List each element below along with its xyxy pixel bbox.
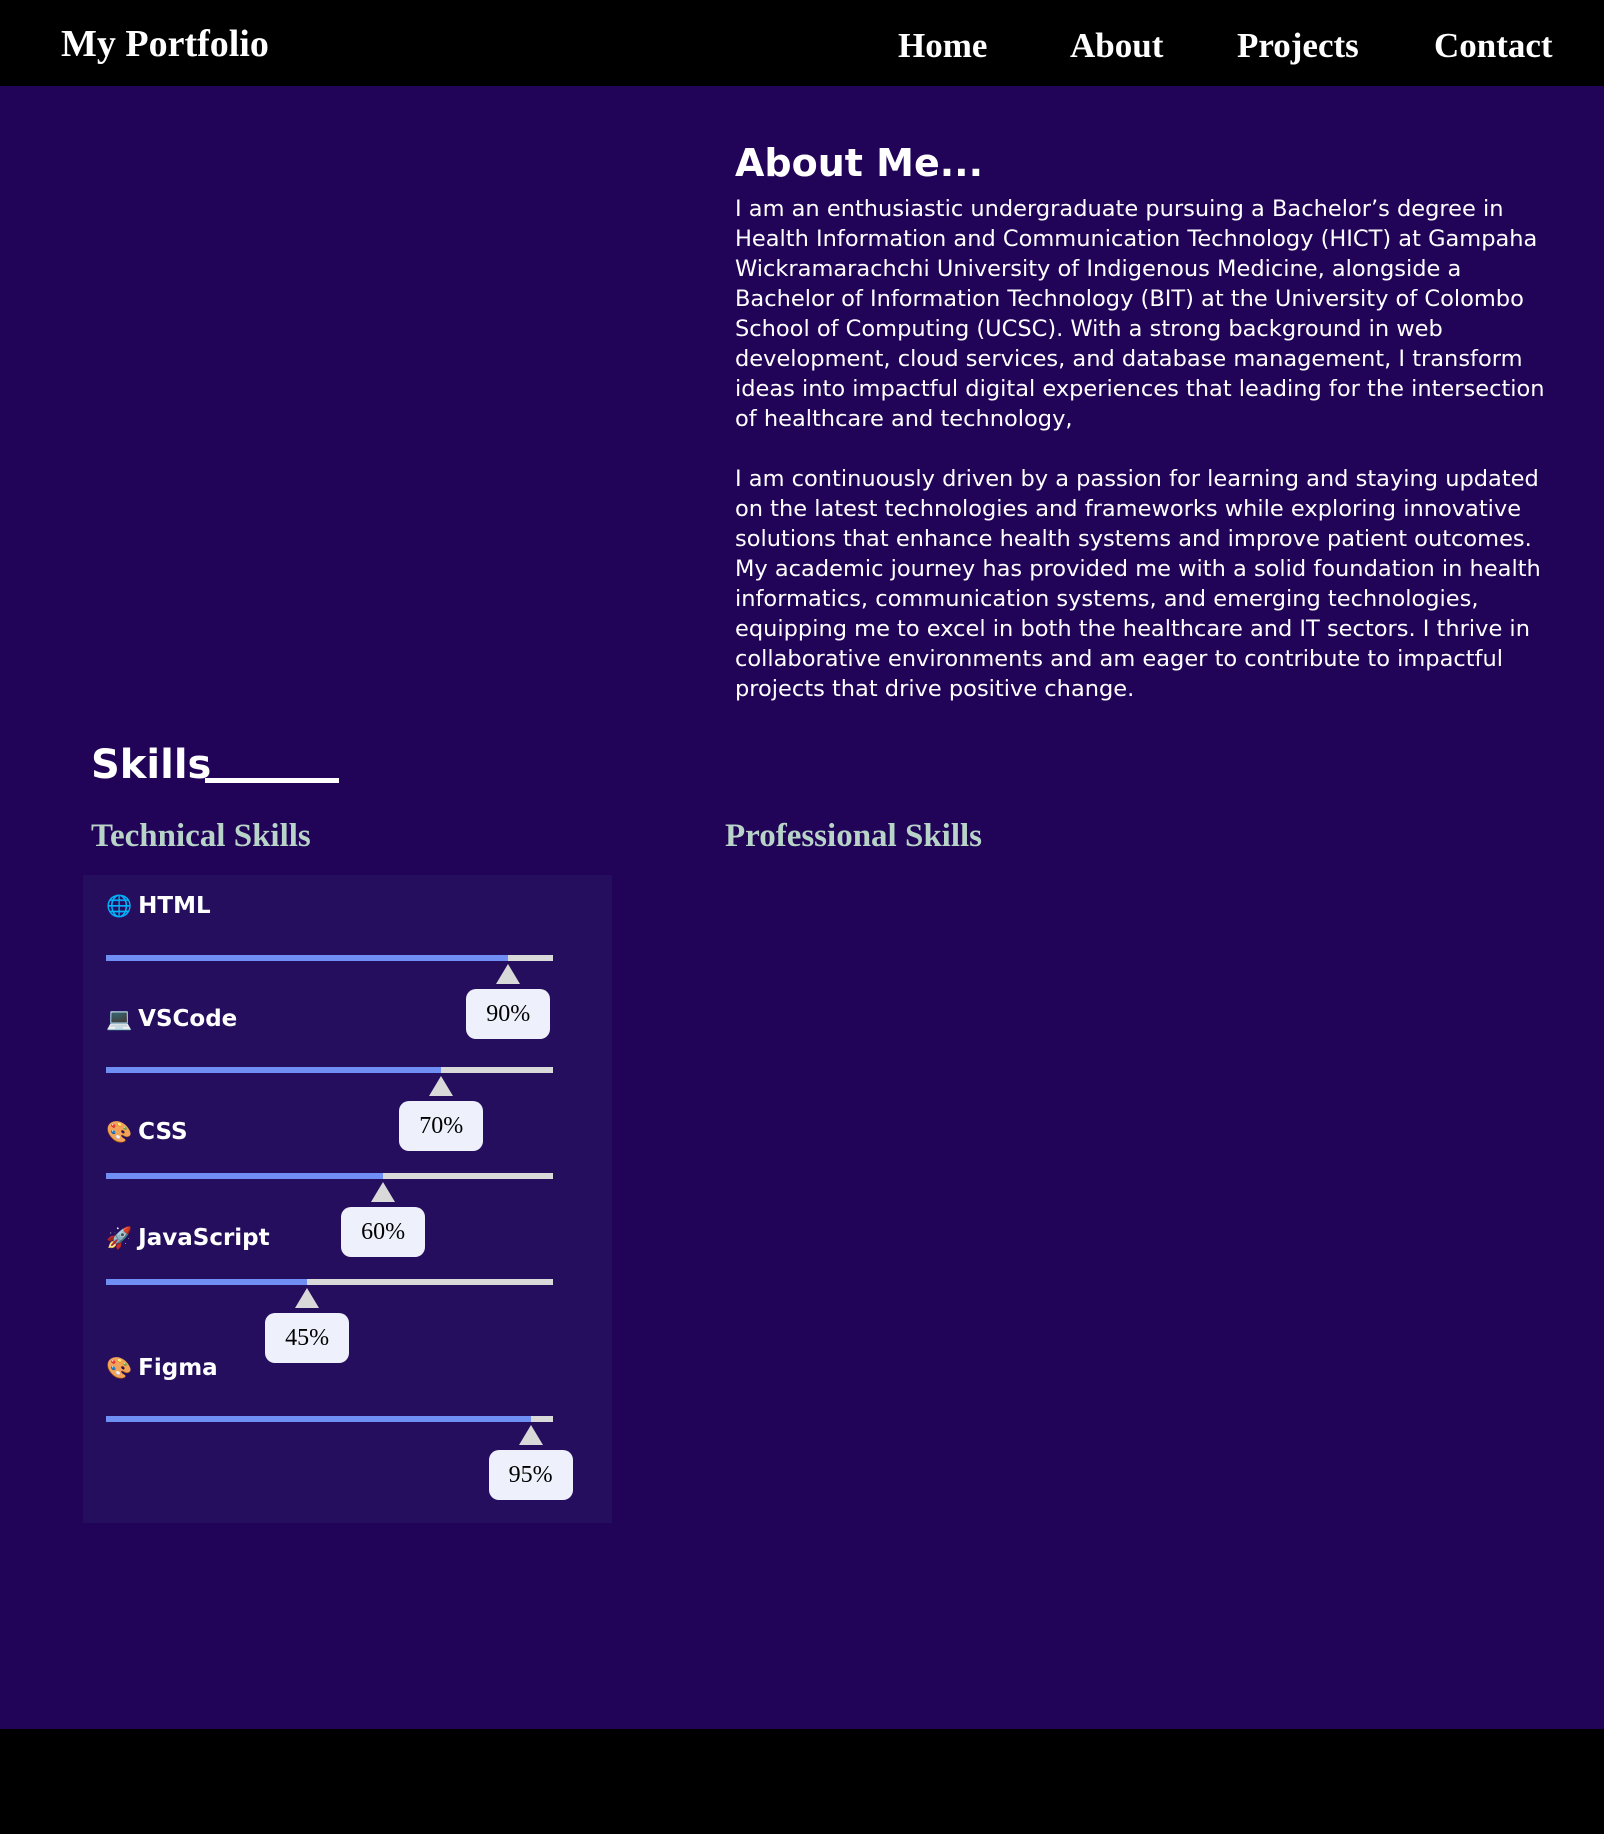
skill-name-javascript: 🚀 JavaScript bbox=[106, 1225, 270, 1251]
about-paragraph-1: I am an enthusiastic undergraduate pursu… bbox=[735, 196, 1545, 432]
laptop-icon: 💻 bbox=[106, 1006, 133, 1031]
skill-bar-css bbox=[106, 1173, 553, 1179]
about-paragraph-2: I am continuously driven by a passion fo… bbox=[735, 466, 1541, 702]
skill-bar-javascript bbox=[106, 1279, 553, 1285]
brand-logo[interactable]: My Portfolio bbox=[61, 22, 269, 66]
skill-marker-icon bbox=[371, 1182, 396, 1202]
globe-icon: 🌐 bbox=[106, 893, 133, 918]
skill-bar-fill bbox=[106, 955, 509, 961]
palette-icon: 🎨 bbox=[106, 1119, 133, 1144]
skill-marker-icon bbox=[518, 1425, 543, 1445]
skill-name-html: 🌐 HTML bbox=[106, 893, 211, 919]
skill-bar-figma bbox=[106, 1416, 553, 1422]
skill-bar-vscode bbox=[106, 1067, 553, 1073]
skill-bar-fill bbox=[106, 1067, 442, 1073]
skill-bar-fill bbox=[106, 1279, 308, 1285]
technical-skills-title: Technical Skills bbox=[91, 818, 311, 854]
footer bbox=[0, 1729, 1604, 1834]
skill-bar-html bbox=[106, 955, 553, 961]
rocket-icon: 🚀 bbox=[106, 1225, 133, 1250]
nav-link-projects[interactable]: Projects bbox=[1237, 26, 1359, 66]
skill-name-vscode: 💻 VSCode bbox=[106, 1006, 237, 1032]
skill-label: HTML bbox=[138, 893, 211, 919]
skills-title: Skills bbox=[91, 742, 212, 788]
skill-percent-badge: 60% bbox=[341, 1207, 426, 1257]
skill-bar-fill bbox=[106, 1173, 384, 1179]
about-title: About Me... bbox=[735, 141, 984, 185]
skill-percent-badge: 70% bbox=[399, 1101, 484, 1151]
skill-marker-icon bbox=[295, 1288, 320, 1308]
nav-link-contact[interactable]: Contact bbox=[1434, 26, 1553, 66]
skill-label: VSCode bbox=[138, 1006, 238, 1032]
skill-label: Figma bbox=[138, 1355, 218, 1381]
palette-icon: 🎨 bbox=[106, 1355, 133, 1380]
skill-marker-icon bbox=[496, 964, 521, 984]
nav-link-about[interactable]: About bbox=[1070, 26, 1163, 66]
skill-marker-icon bbox=[429, 1076, 454, 1096]
skills-title-underline bbox=[205, 778, 339, 783]
skill-name-css: 🎨 CSS bbox=[106, 1119, 188, 1145]
skill-name-figma: 🎨 Figma bbox=[106, 1355, 218, 1381]
skill-percent-badge: 90% bbox=[466, 989, 551, 1039]
skill-label: CSS bbox=[138, 1119, 188, 1145]
skill-bar-fill bbox=[106, 1416, 531, 1422]
nav-link-home[interactable]: Home bbox=[898, 26, 987, 66]
skill-percent-badge: 45% bbox=[265, 1313, 350, 1363]
navbar: My Portfolio Home About Projects Contact bbox=[0, 0, 1604, 86]
about-section: About Me... I am an enthusiastic undergr… bbox=[735, 140, 1565, 704]
skill-percent-badge: 95% bbox=[488, 1450, 573, 1500]
skill-label: JavaScript bbox=[138, 1225, 270, 1251]
professional-skills-title: Professional Skills bbox=[725, 818, 983, 854]
